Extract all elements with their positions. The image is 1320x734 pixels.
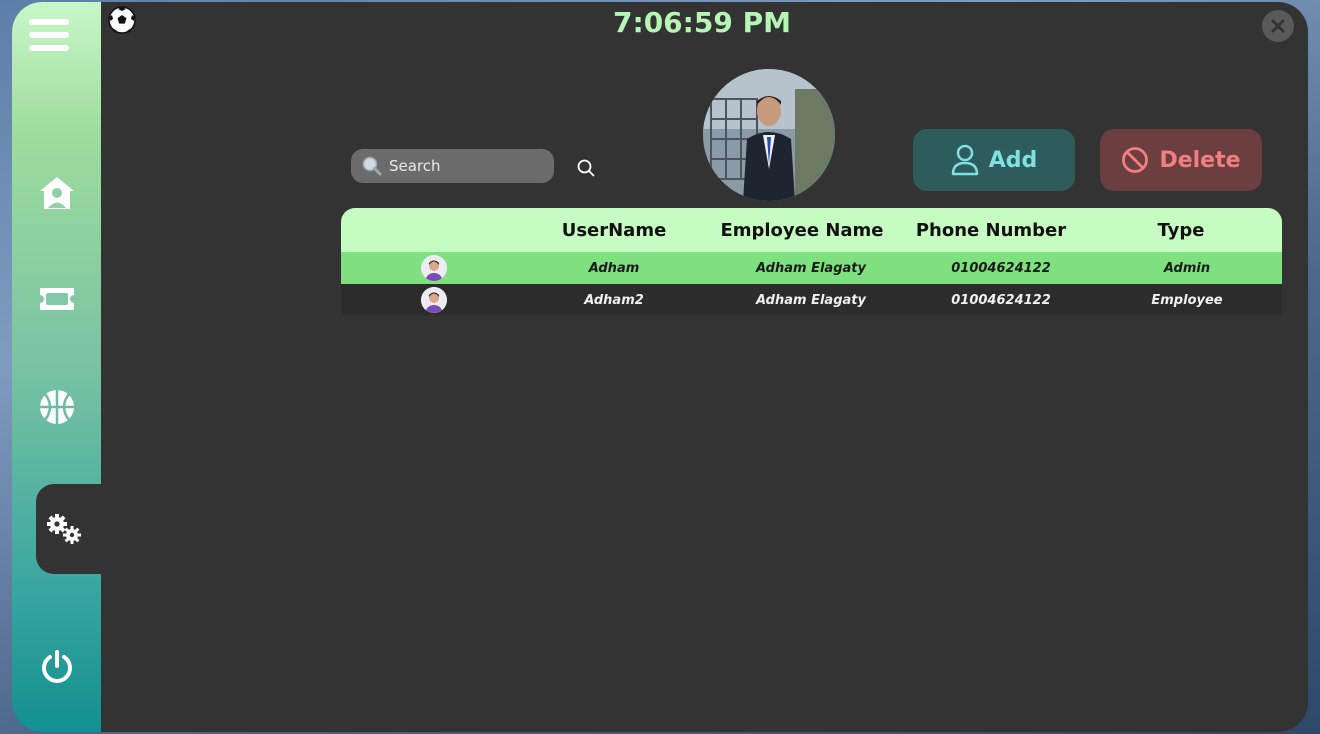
add-user-icon (951, 144, 978, 176)
sidebar-item-settings[interactable] (36, 484, 101, 574)
ticket-icon (39, 288, 74, 310)
sidebar-item-home[interactable] (12, 148, 101, 238)
user-avatar-icon (421, 287, 447, 313)
search-input[interactable] (387, 156, 551, 176)
cell-username: Adham2 (584, 293, 644, 308)
app-window: 7:06:59 PM Search Add Delete UserName Em… (12, 2, 1308, 732)
search-icon[interactable] (575, 157, 597, 179)
cell-phone: 01004624122 (951, 293, 1051, 308)
cell-phone: 01004624122 (951, 261, 1051, 276)
table-row[interactable]: Adham Adham Elagaty 01004624122 Admin (341, 252, 1282, 284)
soccer-ball-icon (108, 6, 136, 34)
column-header-phone[interactable]: Phone Number (901, 220, 1081, 241)
hamburger-menu-icon[interactable] (29, 19, 69, 59)
column-header-type[interactable]: Type (1101, 220, 1261, 241)
search-field[interactable] (351, 149, 554, 183)
ban-icon (1122, 147, 1149, 173)
clock: 7:06:59 PM (613, 6, 791, 39)
cell-employee-name: Adham Elagaty (756, 261, 866, 276)
sidebar-item-sports[interactable] (12, 362, 101, 452)
delete-button[interactable]: Delete (1100, 129, 1262, 191)
column-header-employee-name[interactable]: Employee Name (711, 220, 893, 241)
close-button[interactable] (1262, 10, 1294, 42)
users-table: UserName Employee Name Phone Number Type… (341, 208, 1282, 315)
close-icon (1271, 19, 1285, 33)
power-icon (41, 650, 72, 683)
delete-button-label: Delete (1159, 147, 1241, 173)
home-user-icon (39, 177, 74, 209)
search-magnifier-icon (362, 156, 382, 176)
table-row[interactable]: Adham2 Adham Elagaty 01004624122 Employe… (341, 284, 1282, 315)
sidebar-item-power[interactable] (12, 622, 101, 712)
cell-type: Employee (1151, 293, 1223, 308)
profile-photo (703, 69, 835, 201)
user-avatar-icon (421, 255, 447, 281)
sidebar-item-tickets[interactable] (12, 254, 101, 344)
settings-gears-icon (46, 514, 81, 544)
sidebar (12, 2, 101, 732)
add-button-label: Add (988, 147, 1038, 173)
add-button[interactable]: Add (913, 129, 1075, 191)
cell-employee-name: Adham Elagaty (756, 293, 866, 308)
cell-username: Adham (588, 261, 640, 276)
table-header: UserName Employee Name Phone Number Type (341, 208, 1282, 252)
basketball-icon (39, 390, 74, 424)
cell-type: Admin (1163, 261, 1211, 276)
column-header-username[interactable]: UserName (529, 220, 699, 241)
